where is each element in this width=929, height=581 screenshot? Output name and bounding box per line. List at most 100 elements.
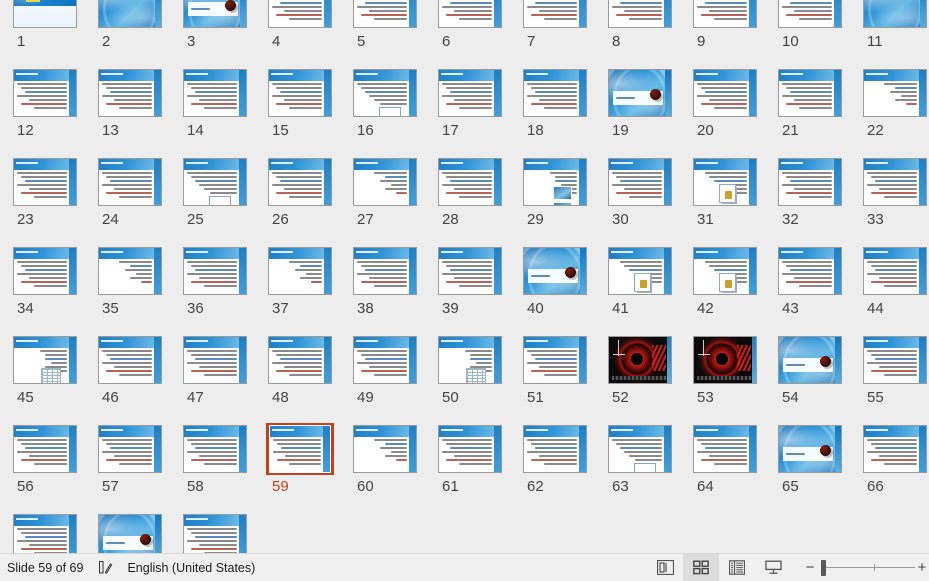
slide-preview-60[interactable]	[353, 425, 417, 473]
zoom-slider[interactable]	[819, 554, 915, 581]
slide-preview-58[interactable]	[183, 425, 247, 473]
zoom-control[interactable]: − +	[791, 554, 929, 581]
slide-cell-65[interactable]: 65	[776, 423, 861, 512]
slide-cell-2[interactable]: 2	[96, 0, 181, 67]
slide-preview-9[interactable]	[693, 0, 757, 28]
slide-preview-41[interactable]	[608, 247, 672, 295]
slide-thumbnail[interactable]	[96, 334, 164, 386]
slide-cell-22[interactable]: 22	[861, 67, 929, 156]
slide-thumbnail[interactable]	[181, 0, 249, 30]
slide-preview-19[interactable]	[608, 69, 672, 117]
slide-cell-34[interactable]: 34	[11, 245, 96, 334]
slide-cell-11[interactable]: 11	[861, 0, 929, 67]
proofing-errors-icon[interactable]	[97, 560, 113, 575]
slide-position-indicator[interactable]: Slide 59 of 69	[7, 561, 83, 575]
slide-cell-60[interactable]: 60	[351, 423, 436, 512]
slide-cell-19[interactable]: 19	[606, 67, 691, 156]
slide-thumbnail[interactable]	[861, 423, 929, 475]
slide-thumbnail[interactable]	[181, 67, 249, 119]
slide-cell-69[interactable]: 69	[181, 512, 266, 553]
slide-cell-59[interactable]: 59	[266, 423, 351, 512]
slide-preview-32[interactable]	[778, 158, 842, 206]
slide-preview-55[interactable]	[863, 336, 927, 384]
slide-cell-1[interactable]: 1	[11, 0, 96, 67]
slide-preview-22[interactable]	[863, 69, 927, 117]
slide-cell-33[interactable]: 33	[861, 156, 929, 245]
slide-preview-12[interactable]	[13, 69, 77, 117]
slide-preview-37[interactable]	[268, 247, 332, 295]
slide-thumbnail[interactable]	[96, 0, 164, 30]
slide-preview-15[interactable]	[268, 69, 332, 117]
slide-thumbnail[interactable]	[861, 245, 929, 297]
slide-cell-13[interactable]: 13	[96, 67, 181, 156]
slide-preview-61[interactable]	[438, 425, 502, 473]
slide-preview-4[interactable]	[268, 0, 332, 28]
slide-cell-68[interactable]: 68	[96, 512, 181, 553]
slide-thumbnail[interactable]	[521, 156, 589, 208]
slide-preview-43[interactable]	[778, 247, 842, 295]
slide-preview-49[interactable]	[353, 336, 417, 384]
slide-cell-50[interactable]: 50	[436, 334, 521, 423]
slide-preview-5[interactable]	[353, 0, 417, 28]
slide-preview-28[interactable]	[438, 158, 502, 206]
slide-thumbnail[interactable]	[521, 334, 589, 386]
slide-preview-62[interactable]	[523, 425, 587, 473]
slide-preview-57[interactable]	[98, 425, 162, 473]
slide-cell-38[interactable]: 38	[351, 245, 436, 334]
normal-view-button[interactable]	[647, 554, 683, 581]
slide-cell-27[interactable]: 27	[351, 156, 436, 245]
slide-preview-26[interactable]	[268, 158, 332, 206]
slide-cell-4[interactable]: 4	[266, 0, 351, 67]
slide-thumbnail[interactable]	[96, 245, 164, 297]
slide-thumbnail[interactable]	[11, 512, 79, 553]
slide-preview-31[interactable]	[693, 158, 757, 206]
slide-cell-16[interactable]: 16	[351, 67, 436, 156]
slide-thumbnail[interactable]	[96, 512, 164, 553]
slide-preview-18[interactable]	[523, 69, 587, 117]
slide-preview-27[interactable]	[353, 158, 417, 206]
slide-cell-55[interactable]: 55	[861, 334, 929, 423]
slide-preview-40[interactable]	[523, 247, 587, 295]
slide-thumbnail[interactable]	[436, 0, 504, 30]
slide-cell-39[interactable]: 39	[436, 245, 521, 334]
slide-preview-64[interactable]	[693, 425, 757, 473]
slide-thumbnail[interactable]	[11, 67, 79, 119]
slide-thumbnail[interactable]	[436, 423, 504, 475]
slide-thumbnail[interactable]	[691, 423, 759, 475]
slide-thumbnail[interactable]	[776, 334, 844, 386]
slide-thumbnail[interactable]	[11, 156, 79, 208]
slide-cell-44[interactable]: 44	[861, 245, 929, 334]
slide-preview-39[interactable]	[438, 247, 502, 295]
slide-preview-23[interactable]	[13, 158, 77, 206]
slide-cell-51[interactable]: 51	[521, 334, 606, 423]
slide-cell-12[interactable]: 12	[11, 67, 96, 156]
slide-cell-28[interactable]: 28	[436, 156, 521, 245]
slide-thumbnail[interactable]	[351, 67, 419, 119]
slide-preview-56[interactable]	[13, 425, 77, 473]
slide-cell-17[interactable]: 17	[436, 67, 521, 156]
slide-thumbnail[interactable]	[861, 334, 929, 386]
slide-cell-63[interactable]: 63	[606, 423, 691, 512]
slide-preview-1[interactable]	[13, 0, 77, 28]
slide-thumbnail[interactable]	[691, 67, 759, 119]
slide-preview-53[interactable]	[693, 336, 757, 384]
slide-preview-50[interactable]	[438, 336, 502, 384]
slide-cell-48[interactable]: 48	[266, 334, 351, 423]
slide-thumbnail[interactable]	[11, 423, 79, 475]
slide-sorter-view-button[interactable]	[683, 554, 719, 581]
slide-cell-8[interactable]: 8	[606, 0, 691, 67]
slide-cell-53[interactable]: 53	[691, 334, 776, 423]
slide-cell-67[interactable]: 67	[11, 512, 96, 553]
slide-show-button[interactable]	[755, 554, 791, 581]
slide-thumbnail[interactable]	[266, 334, 334, 386]
slide-preview-68[interactable]	[98, 514, 162, 553]
slide-cell-3[interactable]: 3	[181, 0, 266, 67]
slide-cell-29[interactable]: 29	[521, 156, 606, 245]
slide-thumbnail[interactable]	[776, 423, 844, 475]
slide-cell-57[interactable]: 57	[96, 423, 181, 512]
slide-preview-33[interactable]	[863, 158, 927, 206]
slide-preview-21[interactable]	[778, 69, 842, 117]
slide-thumbnail[interactable]	[351, 0, 419, 30]
slide-preview-25[interactable]	[183, 158, 247, 206]
slide-preview-29[interactable]	[523, 158, 587, 206]
